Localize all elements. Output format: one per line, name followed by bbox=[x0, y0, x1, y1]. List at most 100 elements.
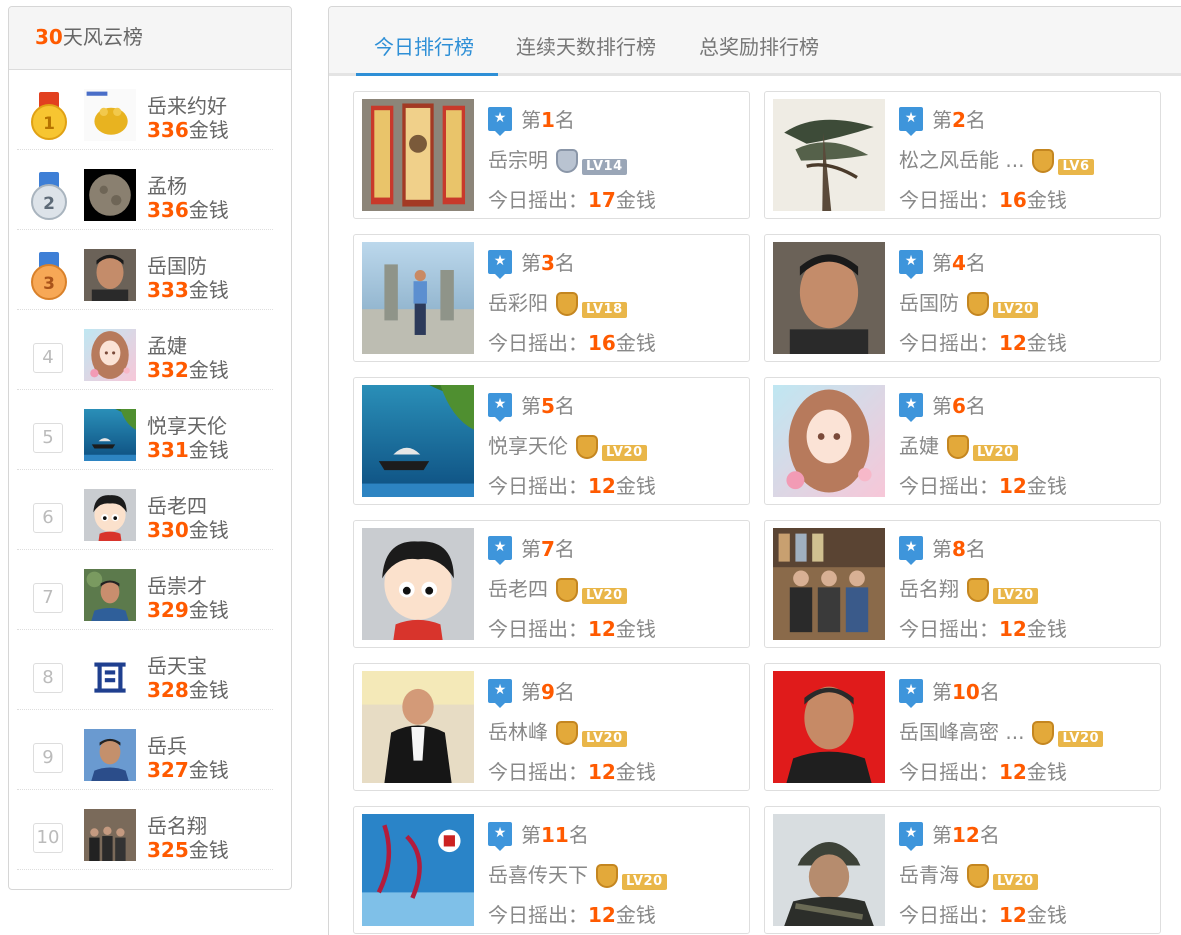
ranking-card[interactable]: 第1名岳宗明 LV14 今日摇出：17金钱 bbox=[353, 91, 750, 219]
monthly-leaderboard-panel: 30天风云榜 1 岳来约好 336金钱 2 孟杨 336金钱 3 岳国防 333金钱 4 孟婕 332… bbox=[8, 6, 292, 890]
tab-today-ranking[interactable]: 今日排行榜 bbox=[374, 31, 474, 60]
coin-total: 333金钱 bbox=[147, 274, 229, 303]
user-name[interactable]: 岳名翔 bbox=[899, 577, 959, 601]
avatar[interactable] bbox=[84, 809, 136, 861]
coin-value: 336 bbox=[147, 198, 189, 222]
ranking-card[interactable]: 第8名岳名翔 LV20 今日摇出：12金钱 bbox=[764, 520, 1161, 648]
ranking-card[interactable]: 第7名岳老四 LV20 今日摇出：12金钱 bbox=[353, 520, 750, 648]
ranking-card[interactable]: 第4名岳国防 LV20 今日摇出：12金钱 bbox=[764, 234, 1161, 362]
avatar[interactable] bbox=[84, 329, 136, 381]
avatar[interactable] bbox=[84, 649, 136, 701]
user-photo[interactable] bbox=[773, 671, 885, 783]
leaderboard-row[interactable]: 10 岳名翔 325金钱 bbox=[17, 790, 273, 870]
leaderboard-row[interactable]: 5 悦享天伦 331金钱 bbox=[17, 390, 273, 470]
coin-unit: 金钱 bbox=[188, 118, 229, 142]
ranking-card[interactable]: 第6名孟婕 LV20 今日摇出：12金钱 bbox=[764, 377, 1161, 505]
user-photo[interactable] bbox=[773, 99, 885, 211]
rank-prefix: 第 bbox=[521, 823, 541, 847]
today-value: 12 bbox=[999, 331, 1027, 355]
avatar[interactable] bbox=[84, 729, 136, 781]
user-photo[interactable] bbox=[362, 99, 474, 211]
user-name[interactable]: 孟婕 bbox=[899, 434, 939, 458]
user-name[interactable]: 悦享天伦 bbox=[488, 434, 568, 458]
user-name-line: 岳喜传天下 LV20 bbox=[488, 859, 667, 890]
rank-suffix: 名 bbox=[568, 823, 589, 847]
rank-label: 第1名 bbox=[488, 104, 575, 136]
rank-prefix: 第 bbox=[932, 394, 952, 418]
level-text: LV20 bbox=[973, 445, 1018, 461]
ranking-card[interactable]: 第2名松之风岳能 ... LV6 今日摇出：16金钱 bbox=[764, 91, 1161, 219]
bookmark-star-icon bbox=[899, 393, 923, 422]
leaderboard-row[interactable]: 9 岳兵 327金钱 bbox=[17, 710, 273, 790]
user-name[interactable]: 岳青海 bbox=[899, 863, 959, 887]
user-name-line: 岳林峰 LV20 bbox=[488, 716, 627, 747]
today-label: 今日摇出： bbox=[488, 331, 588, 355]
level-badge-icon: LV20 bbox=[576, 435, 647, 461]
user-photo[interactable] bbox=[362, 528, 474, 640]
leaderboard-row[interactable]: 8 岳天宝 328金钱 bbox=[17, 630, 273, 710]
rank-label: 第12名 bbox=[899, 819, 1000, 851]
rank-prefix: 第 bbox=[932, 537, 952, 561]
ranking-card[interactable]: 第10名岳国峰高密 ... LV20 今日摇出：12金钱 bbox=[764, 663, 1161, 791]
coin-unit: 金钱 bbox=[1026, 188, 1067, 212]
user-name[interactable]: 岳彩阳 bbox=[488, 291, 548, 315]
leaderboard-row[interactable]: 6 岳老四 330金钱 bbox=[17, 470, 273, 550]
avatar[interactable] bbox=[84, 89, 136, 141]
user-name[interactable]: 岳老四 bbox=[488, 577, 548, 601]
user-name[interactable]: 岳国防 bbox=[899, 291, 959, 315]
bookmark-star-icon bbox=[488, 536, 512, 565]
user-photo[interactable] bbox=[773, 242, 885, 354]
ranking-card[interactable]: 第12名岳青海LV20今日摇出：12金钱 bbox=[764, 806, 1161, 934]
user-photo[interactable] bbox=[362, 385, 474, 497]
avatar[interactable] bbox=[84, 249, 136, 301]
avatar[interactable] bbox=[84, 569, 136, 621]
tab-total-reward-ranking[interactable]: 总奖励排行榜 bbox=[699, 31, 819, 60]
coin-total: 325金钱 bbox=[147, 834, 229, 863]
bookmark-star-icon bbox=[899, 250, 923, 279]
ranking-card[interactable]: 第3名岳彩阳 LV18 今日摇出：16金钱 bbox=[353, 234, 750, 362]
active-tab-indicator bbox=[356, 73, 498, 76]
user-photo[interactable] bbox=[362, 242, 474, 354]
user-name[interactable]: 岳宗明 bbox=[488, 148, 548, 172]
coin-total: 336金钱 bbox=[147, 114, 229, 143]
avatar[interactable] bbox=[84, 169, 136, 221]
user-photo[interactable] bbox=[773, 528, 885, 640]
today-coins: 今日摇出：12金钱 bbox=[899, 899, 1067, 928]
rank-prefix: 第 bbox=[521, 251, 541, 275]
user-photo[interactable] bbox=[362, 671, 474, 783]
ranking-card[interactable]: 第9名岳林峰 LV20 今日摇出：12金钱 bbox=[353, 663, 750, 791]
header-title: 天风云榜 bbox=[62, 25, 143, 49]
avatar[interactable] bbox=[84, 409, 136, 461]
ranking-card[interactable]: 第5名悦享天伦 LV20 今日摇出：12金钱 bbox=[353, 377, 750, 505]
level-badge-icon: LV20 bbox=[596, 864, 667, 890]
user-photo[interactable] bbox=[773, 814, 885, 926]
rank-number: 9 bbox=[541, 680, 555, 704]
user-photo[interactable] bbox=[362, 814, 474, 926]
rank-number: 1 bbox=[31, 104, 67, 140]
leaderboard-row[interactable]: 3 岳国防 333金钱 bbox=[17, 230, 273, 310]
ranking-card[interactable]: 第11名岳喜传天下 LV20 今日摇出：12金钱 bbox=[353, 806, 750, 934]
leaderboard-row[interactable]: 4 孟婕 332金钱 bbox=[17, 310, 273, 390]
coin-unit: 金钱 bbox=[1026, 760, 1067, 784]
user-name[interactable]: 松之风岳能 ... bbox=[899, 148, 1024, 172]
today-coins: 今日摇出：12金钱 bbox=[488, 756, 656, 785]
user-name[interactable]: 岳国峰高密 ... bbox=[899, 720, 1024, 744]
coin-unit: 金钱 bbox=[188, 598, 229, 622]
coin-unit: 金钱 bbox=[615, 188, 656, 212]
leaderboard-row[interactable]: 2 孟杨 336金钱 bbox=[17, 150, 273, 230]
user-name[interactable]: 岳林峰 bbox=[488, 720, 548, 744]
coin-total: 336金钱 bbox=[147, 194, 229, 223]
user-photo[interactable] bbox=[773, 385, 885, 497]
avatar[interactable] bbox=[84, 489, 136, 541]
rank-number: 7 bbox=[541, 537, 555, 561]
level-text: LV20 bbox=[1058, 731, 1104, 747]
leaderboard-row[interactable]: 7 岳崇才 329金钱 bbox=[17, 550, 273, 630]
rank-label: 第5名 bbox=[488, 390, 575, 422]
tab-streak-ranking[interactable]: 连续天数排行榜 bbox=[516, 31, 656, 60]
leaderboard-row[interactable]: 1 岳来约好 336金钱 bbox=[17, 70, 273, 150]
coin-unit: 金钱 bbox=[188, 358, 229, 382]
bookmark-star-icon bbox=[488, 107, 512, 136]
rank-label: 第8名 bbox=[899, 533, 986, 565]
user-name[interactable]: 岳喜传天下 bbox=[488, 863, 588, 887]
rank-number: 5 bbox=[541, 394, 555, 418]
